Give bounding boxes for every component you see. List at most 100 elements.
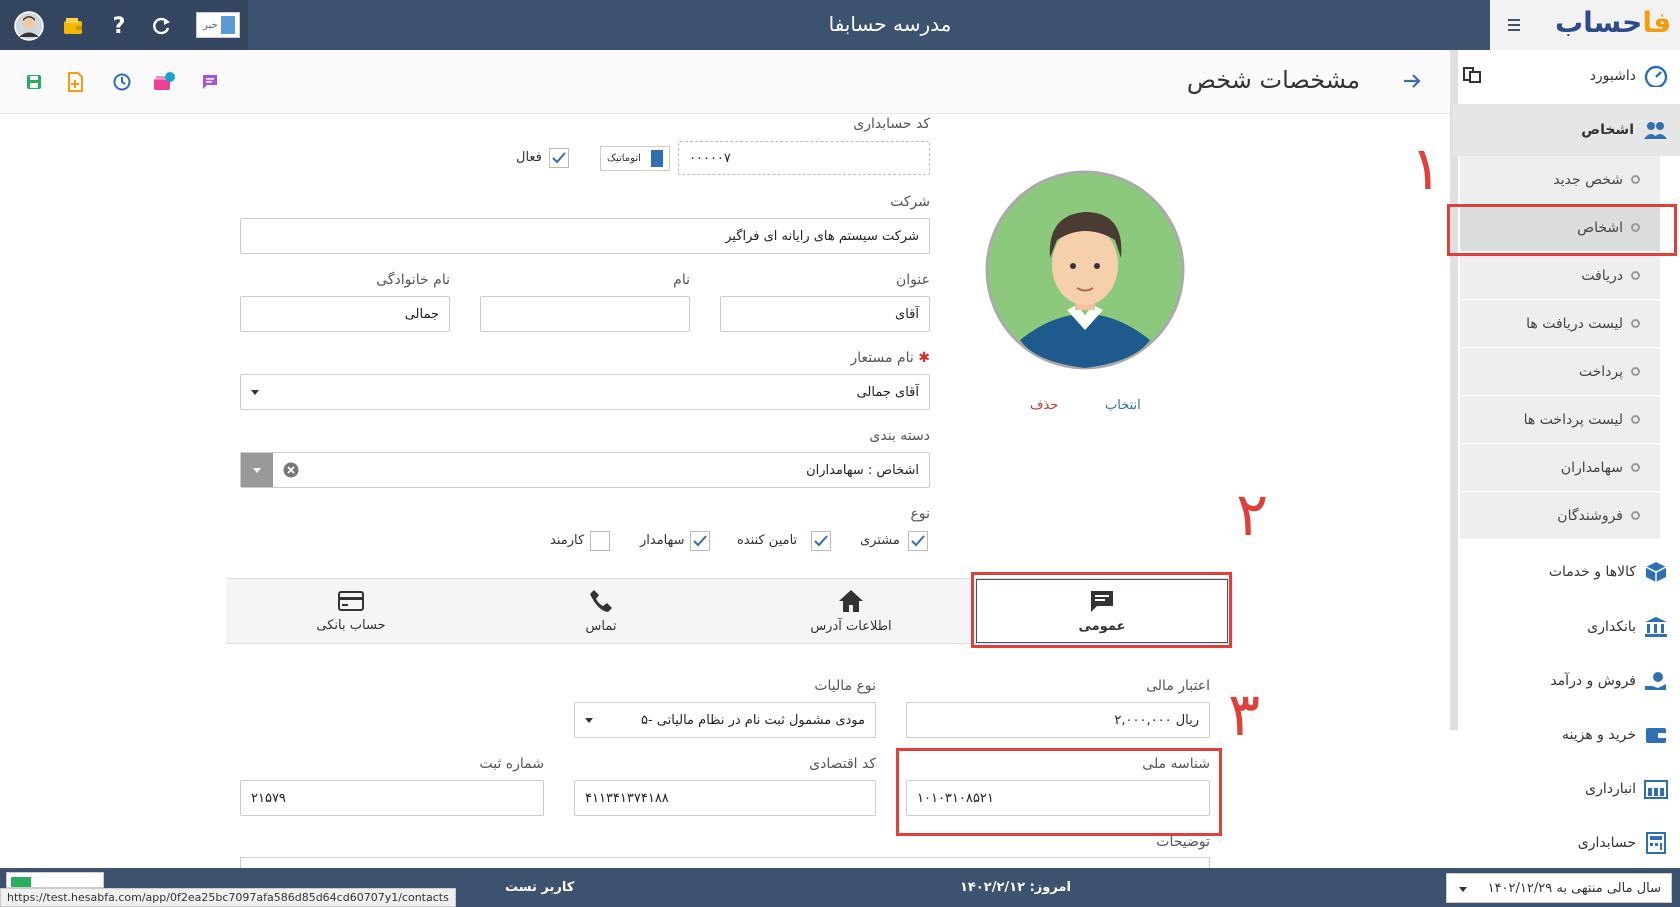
category-dropdown-button[interactable] [241,453,273,487]
hand-coin-icon [1645,672,1666,690]
news-label: خبر [203,19,218,31]
bullet-icon [1631,367,1640,376]
annotation-number-1: ۱ [1410,134,1443,204]
news-icon [221,16,235,34]
type-supplier-checkbox[interactable] [811,531,831,551]
check-icon [693,535,707,547]
lastname-label: نام خانوادگی [376,272,450,288]
description-field[interactable] [240,857,1210,868]
sidebar-sub-shareholders[interactable]: سهامداران [1460,444,1660,492]
credit-field[interactable]: ۲,۰۰۰,۰۰۰ ریال [906,702,1210,738]
alias-select[interactable]: آقای جمالی [240,374,930,410]
active-label: فعال [516,150,542,165]
sidebar-item-persons[interactable]: اشخاص [1453,104,1680,156]
title-label: عنوان [896,272,930,288]
flag-icon [11,877,31,887]
type-supplier-label: تامین کننده [737,533,798,548]
tab-bank-account[interactable]: حساب بانکی [226,579,476,643]
auto-toggle[interactable]: اتوماتیک [600,146,670,171]
home-icon [839,589,863,612]
type-label: نوع [910,506,930,522]
tax-type-label: نوع مالیات [814,678,876,694]
sidebar-item-dashboard[interactable]: داشبورد [1463,53,1668,99]
bullet-icon [1631,175,1640,184]
help-icon[interactable]: ? [104,11,134,41]
save-icon[interactable] [20,68,48,96]
annotation-number-2: ۲ [1236,480,1269,550]
company-label: شرکت [890,194,930,210]
sidebar-sub-new-person[interactable]: شخص جدید [1460,156,1660,204]
fiscal-year-select[interactable]: سال مالی منتهی به ۱۴۰۲/۱۲/۲۹ [1446,873,1672,903]
people-icon [1644,122,1667,139]
check-icon [911,535,925,547]
history-icon[interactable] [108,68,136,96]
status-today: امروز: ۱۴۰۲/۲/۱۲ [960,880,1071,895]
chevron-down-icon [253,467,261,473]
refresh-icon[interactable] [146,11,176,41]
status-user: کاربر تست [505,880,575,895]
economic-code-label: کد اقتصادی [809,756,876,772]
add-document-icon[interactable] [62,68,90,96]
sidebar-item-accounting[interactable]: حسابداری [1463,820,1668,866]
person-photo [985,170,1185,370]
type-shareholder-label: سهامدار [640,533,685,548]
phone-icon [590,589,612,612]
sidebar-item-banking[interactable]: بانکداری [1463,604,1668,650]
type-employee-checkbox[interactable] [590,531,610,551]
chevron-down-icon [251,389,259,395]
clear-icon[interactable] [283,462,299,478]
app-title: مدرسه حسابفا [828,12,952,36]
category-select[interactable]: اشخاص : سهامداران [240,452,930,488]
sidebar-item-purchase[interactable]: خرید و هزینه [1463,712,1668,758]
annotation-box-3 [896,748,1222,836]
accounting-code-field[interactable]: ۰۰۰۰۰۷ [678,141,930,175]
menu-icon[interactable] [1500,12,1528,38]
tab-address[interactable]: اطلاعات آدرس [726,579,976,643]
active-checkbox[interactable] [549,148,569,168]
title-field[interactable]: آقای [720,296,930,332]
credit-label: اعتبار مالی [1146,678,1210,694]
warehouse-icon [1644,780,1668,799]
annotation-box-1 [1447,204,1677,256]
photo-select-link[interactable]: انتخاب [1105,398,1141,413]
sidebar-sub-payment-list[interactable]: لیست پرداخت ها [1460,396,1660,444]
wallet-icon[interactable] [58,11,88,41]
toggle-knob [651,150,663,167]
sidebar-sub-payment[interactable]: پرداخت [1460,348,1660,396]
inbox-icon[interactable] [150,68,178,96]
annotation-box-2 [971,572,1232,648]
chevron-down-icon [585,717,593,723]
back-arrow-icon[interactable] [1402,72,1422,90]
sidebar-sub-receive[interactable]: دریافت [1460,252,1660,300]
calculator-icon [1646,832,1666,854]
type-customer-checkbox[interactable] [908,531,928,551]
tab-contact[interactable]: تماس [476,579,726,643]
status-left-widget[interactable] [6,872,104,888]
sidebar-item-warehouse[interactable]: انبارداری [1463,766,1668,812]
name-field[interactable] [480,296,690,332]
page-title: مشخصات شخص [1186,66,1360,94]
bullet-icon [1631,319,1640,328]
news-button[interactable]: خبر [196,12,240,38]
tax-type-select[interactable]: ۵- مودی مشمول ثبت نام در نظام مالیاتی [574,702,876,738]
bullet-icon [1631,271,1640,280]
type-shareholder-checkbox[interactable] [690,531,710,551]
lastname-field[interactable]: جمالی [240,296,450,332]
check-icon [814,535,828,547]
bullet-icon [1631,415,1640,424]
check-icon [552,152,566,164]
sidebar-sub-receive-list[interactable]: لیست دریافت ها [1460,300,1660,348]
avatar[interactable] [14,11,44,41]
sidebar-item-sales[interactable]: فروش و درآمد [1463,658,1668,704]
sidebar-item-products[interactable]: کالاها و خدمات [1463,549,1668,595]
economic-code-field[interactable]: ۴۱۱۳۴۱۳۷۴۱۸۸ [574,780,876,816]
chevron-down-icon [1459,887,1467,892]
category-controls [241,453,299,487]
reg-no-field[interactable]: ۲۱۵۷۹ [240,780,544,816]
company-field[interactable]: شرکت سیستم های رایانه ای فراگیر [240,218,930,254]
comment-icon[interactable] [196,68,224,96]
sidebar-sub-sellers[interactable]: فروشندگان [1460,492,1660,540]
description-label: توضیحات [1156,834,1210,850]
photo-delete-link[interactable]: حذف [1030,398,1058,413]
logo: فاحساب [1555,6,1672,39]
